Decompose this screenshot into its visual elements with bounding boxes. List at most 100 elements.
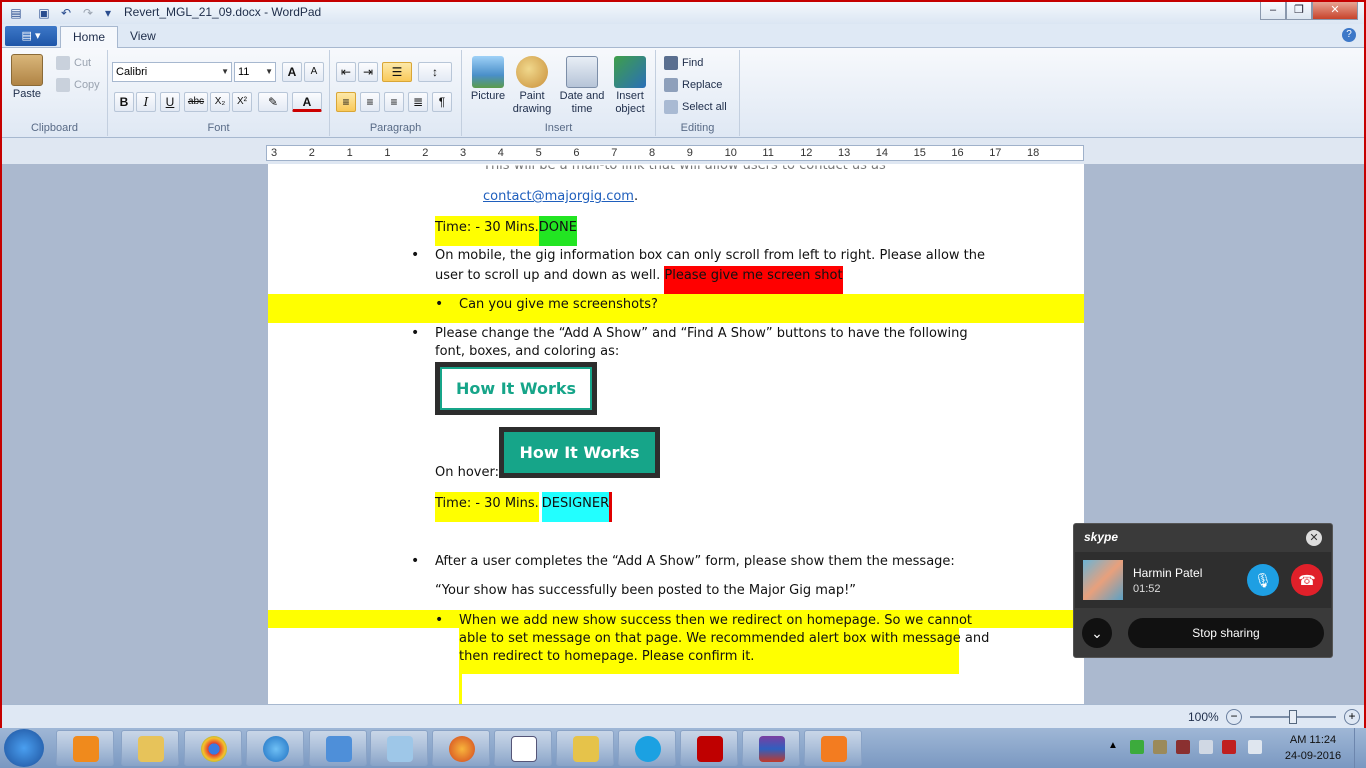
designer-badge: DESIGNER <box>541 492 613 522</box>
close-button[interactable]: ✕ <box>1312 2 1358 20</box>
strikethrough-button[interactable]: abc <box>184 92 208 112</box>
help-icon[interactable]: ? <box>1342 28 1356 42</box>
paste-button[interactable]: Paste <box>8 54 46 100</box>
network-icon[interactable] <box>1248 740 1262 754</box>
tray-app-icon[interactable] <box>1176 740 1190 754</box>
ruler-tick-label: 6 <box>573 147 580 159</box>
how-it-works-filled-button: How It Works <box>504 432 655 473</box>
wordpad-app-icon[interactable]: ▤ <box>8 5 24 21</box>
underline-button[interactable]: U <box>160 92 180 112</box>
taskbar-ie[interactable] <box>246 730 304 766</box>
internet-explorer-icon <box>263 736 289 762</box>
taskbar-app-4[interactable] <box>309 730 367 766</box>
taskbar-explorer[interactable] <box>121 730 179 766</box>
save-icon[interactable]: ▣ <box>36 5 52 21</box>
ruler-tick-label: 7 <box>611 147 618 159</box>
maximize-button[interactable]: ❐ <box>1286 2 1312 20</box>
media-player-icon <box>73 736 99 762</box>
paint-drawing-button[interactable]: Paint drawing <box>510 56 554 116</box>
picture-label: Picture <box>470 90 506 102</box>
increase-indent-icon[interactable]: ⇥ <box>358 62 378 82</box>
date-time-button[interactable]: Date and time <box>558 56 606 116</box>
ruler-tick-label: 11 <box>762 147 774 159</box>
picture-icon <box>472 56 504 88</box>
email-link[interactable]: contact@majorgig.com <box>483 189 634 204</box>
tray-app-icon[interactable] <box>1153 740 1167 754</box>
font-family-select[interactable]: Calibri ▼ <box>112 62 232 82</box>
chevron-down-icon[interactable]: ⌄ <box>1082 618 1112 648</box>
taskbar-media-player[interactable] <box>56 730 114 766</box>
text-color-button[interactable]: A <box>292 92 322 112</box>
clock-date: 24-09-2016 <box>1284 750 1342 762</box>
close-icon[interactable]: ✕ <box>1306 530 1322 546</box>
document-page[interactable]: This will be a mail-to link that will al… <box>268 164 1084 704</box>
find-button[interactable]: Find <box>664 54 703 72</box>
tray-expand-icon[interactable]: ▲ <box>1108 740 1118 751</box>
copy-button[interactable]: Copy <box>56 76 100 94</box>
zoom-in-icon[interactable]: + <box>1344 709 1360 725</box>
tab-view[interactable]: View <box>118 26 168 49</box>
taskbar-filezilla[interactable] <box>680 730 738 766</box>
tab-home[interactable]: Home <box>60 26 119 49</box>
line-spacing-button[interactable]: ↕ <box>418 62 452 82</box>
align-right-icon[interactable]: ≡ <box>384 92 404 112</box>
taskbar-clock[interactable]: AM 11:24 24-09-2016 <box>1278 732 1348 764</box>
done-badge: DONE <box>538 216 577 246</box>
taskbar-wordpad[interactable] <box>494 730 552 766</box>
italic-button[interactable]: I <box>136 92 156 112</box>
subscript-button[interactable]: X₂ <box>210 92 230 112</box>
ribbon-tabs: ▤ ▾ Home View ? <box>2 24 1364 49</box>
taskbar-firefox[interactable] <box>432 730 490 766</box>
stop-sharing-button[interactable]: Stop sharing <box>1128 618 1324 648</box>
paragraph-dialog-icon[interactable]: ¶ <box>432 92 452 112</box>
align-center-icon[interactable]: ≡ <box>360 92 380 112</box>
show-desktop-button[interactable] <box>1354 728 1366 768</box>
decrease-indent-icon[interactable]: ⇤ <box>336 62 356 82</box>
start-button[interactable] <box>4 729 44 767</box>
cut-button[interactable]: Cut <box>56 54 91 72</box>
taskbar-chrome[interactable] <box>184 730 242 766</box>
firefox-icon <box>449 736 475 762</box>
volume-icon[interactable] <box>1199 740 1213 754</box>
minimize-button[interactable]: – <box>1260 2 1286 20</box>
shrink-font-button[interactable]: A <box>304 62 324 82</box>
grow-font-button[interactable]: A <box>282 62 302 82</box>
replace-icon <box>664 78 678 93</box>
microphone-icon[interactable]: 🎙 <box>1247 564 1279 596</box>
taskbar-xampp[interactable] <box>804 730 862 766</box>
app-menu-button[interactable]: ▤ ▾ <box>5 26 57 46</box>
highlight-color-button[interactable]: ✎ <box>258 92 288 112</box>
hang-up-icon[interactable]: ☎ <box>1291 564 1323 596</box>
paragraph-group: ⇤ ⇥ ☰ ↕ ≡ ≡ ≡ ≣ ¶ Paragraph <box>330 50 462 136</box>
taskbar-winrar[interactable] <box>742 730 800 766</box>
action-center-icon[interactable] <box>1222 740 1236 754</box>
bold-button[interactable]: B <box>114 92 134 112</box>
tray-shield-icon[interactable] <box>1130 740 1144 754</box>
undo-icon[interactable]: ↶ <box>58 5 74 21</box>
ribbon: Paste Cut Copy Clipboard Calibri ▼ 11 ▼ A … <box>2 48 1364 138</box>
ruler[interactable]: 3 2 1 1 2 3 4 5 6 7 8 9 10 11 12 13 14 15 16 17 18 <box>266 145 1084 161</box>
quick-access-dropdown-icon[interactable]: ▾ <box>100 5 116 21</box>
ruler-tick-label: 16 <box>951 147 964 159</box>
subcomment-1: Can you give me screenshots? <box>459 297 658 312</box>
ruler-tick-label: 12 <box>800 147 813 159</box>
font-size-select[interactable]: 11 ▼ <box>234 62 276 82</box>
taskbar-skype[interactable] <box>618 730 676 766</box>
align-left-icon[interactable]: ≡ <box>336 92 356 112</box>
font-group: Calibri ▼ 11 ▼ A A B I U abc X₂ X² ✎ A Fon… <box>108 50 330 136</box>
skype-call-info: Harmin Patel 01:52 🎙 ☎ <box>1075 552 1331 608</box>
zoom-out-icon[interactable]: − <box>1226 709 1242 725</box>
select-all-button[interactable]: Select all <box>664 98 727 116</box>
taskbar-app-8[interactable] <box>556 730 614 766</box>
justify-icon[interactable]: ≣ <box>408 92 428 112</box>
zoom-slider-thumb[interactable] <box>1289 710 1297 724</box>
insert-picture-button[interactable]: Picture <box>466 56 510 102</box>
ruler-tick-label: 10 <box>724 147 737 159</box>
redo-icon[interactable]: ↷ <box>80 5 96 21</box>
replace-button[interactable]: Replace <box>664 76 722 94</box>
zoom-slider[interactable] <box>1250 710 1336 724</box>
superscript-button[interactable]: X² <box>232 92 252 112</box>
bullets-button[interactable]: ☰ <box>382 62 412 82</box>
taskbar-app-5[interactable] <box>370 730 428 766</box>
insert-object-button[interactable]: Insert object <box>608 56 652 116</box>
